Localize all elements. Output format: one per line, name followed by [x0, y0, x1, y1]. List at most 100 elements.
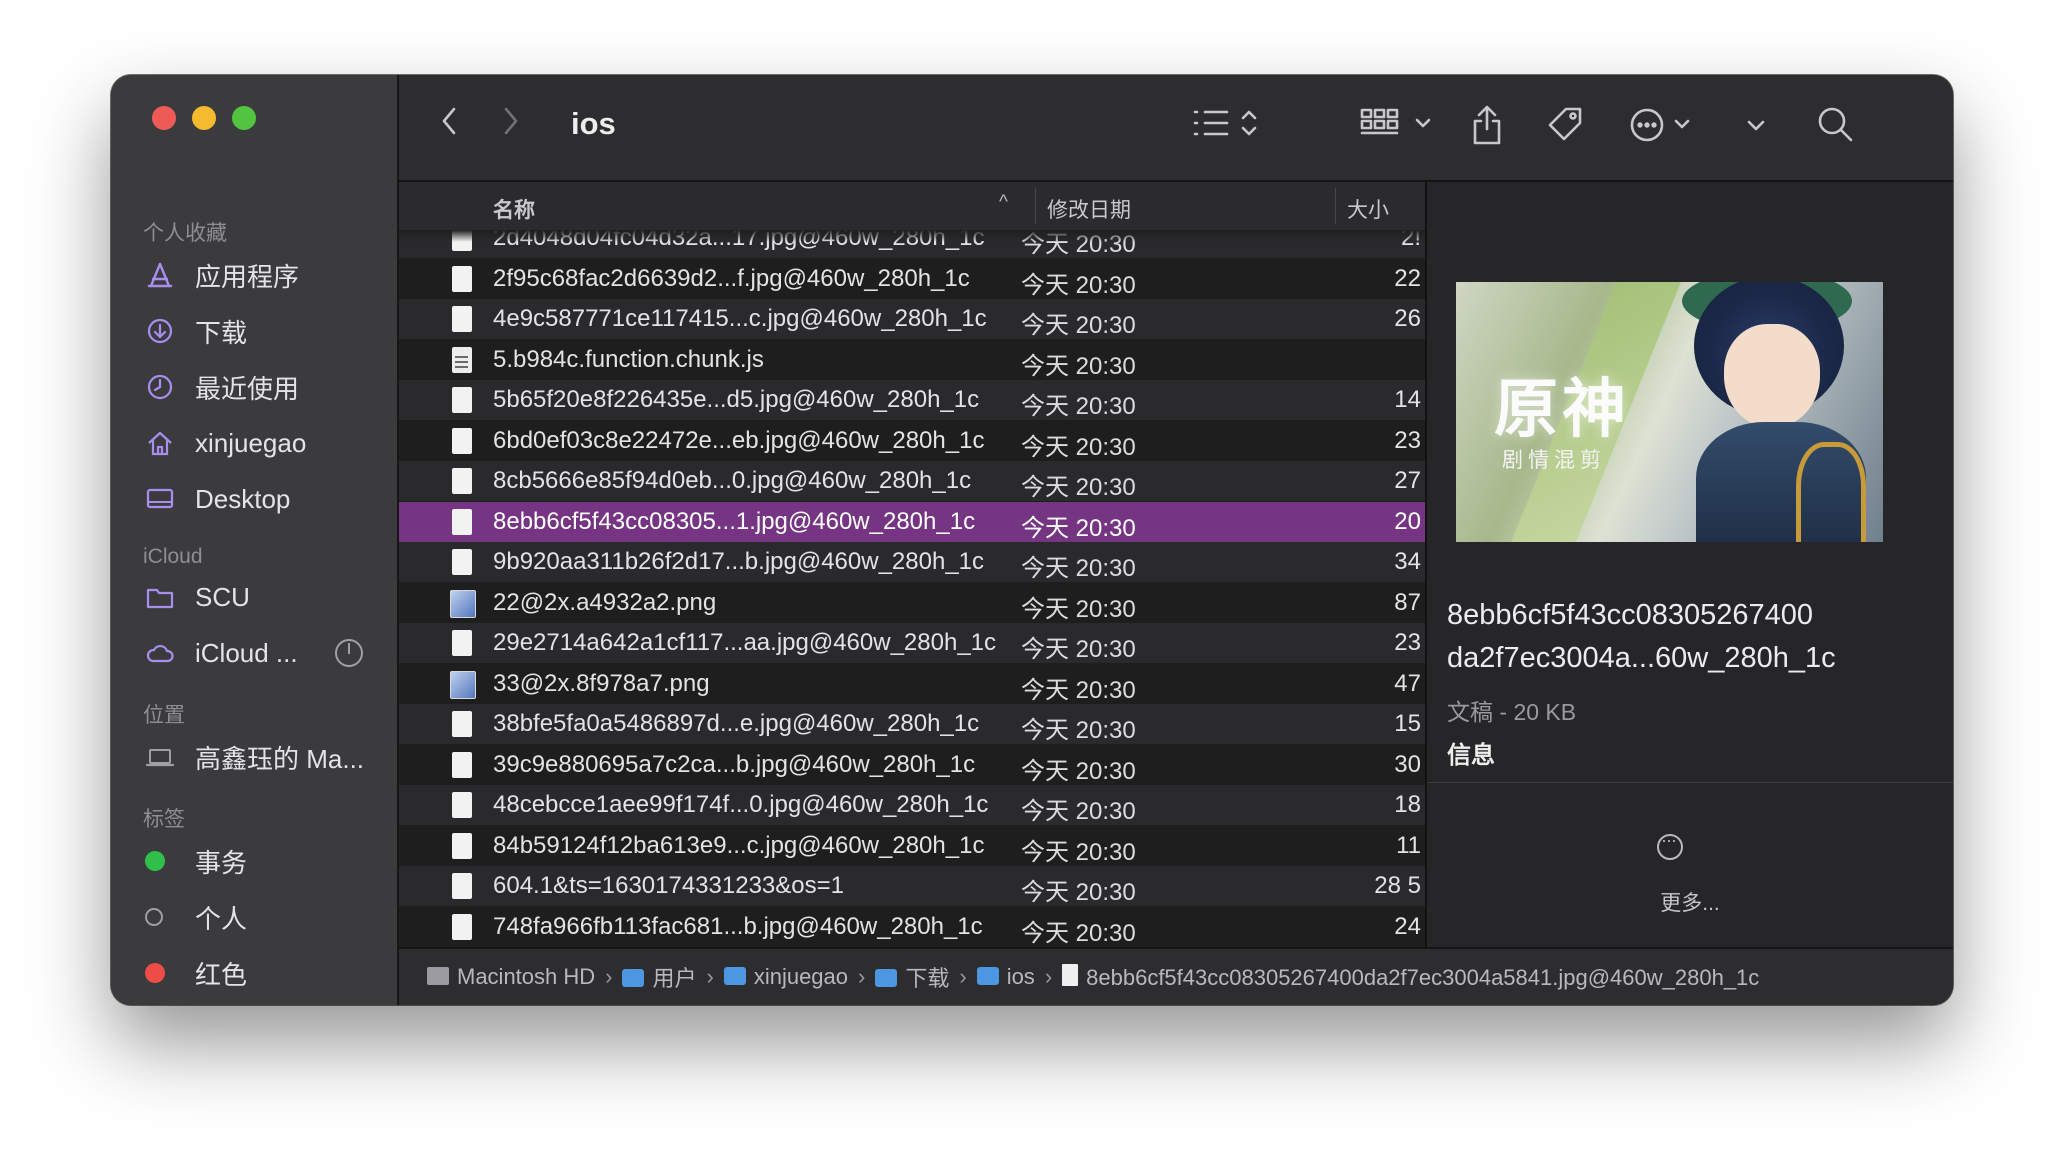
sidebar: 个人收藏 应用程序 下载 最近使用 xinjuegao Desktop iClo… [111, 75, 399, 1005]
document-file-icon [452, 913, 472, 940]
path-segment[interactable]: Macintosh HD [427, 964, 595, 990]
file-row[interactable]: 6bd0ef03c8e22472e...eb.jpg@460w_280h_1c 今… [399, 421, 1425, 461]
column-size[interactable]: 大小 [1347, 194, 1389, 224]
sidebar-item-applications[interactable]: 应用程序 [111, 247, 397, 303]
file-name: 2f95c68fac2d6639d2...f.jpg@460w_280h_1c [493, 264, 970, 292]
document-file-icon [452, 508, 472, 535]
file-row[interactable]: 2f95c68fac2d6639d2...f.jpg@460w_280h_1c 今… [399, 259, 1425, 299]
sync-progress-icon[interactable] [335, 639, 363, 667]
file-size: 28 5 [1374, 872, 1421, 899]
search-button[interactable] [1814, 103, 1858, 147]
back-button[interactable] [439, 103, 461, 139]
forward-button[interactable] [499, 103, 521, 139]
file-row[interactable]: 8cb5666e85f94d0eb...0.jpg@460w_280h_1c 今天… [399, 461, 1425, 501]
path-segment[interactable]: 下载 [875, 961, 949, 993]
more-actions-button[interactable] [1629, 103, 1699, 147]
path-segment[interactable]: xinjuegao [723, 964, 848, 990]
file-row[interactable]: 9b920aa311b26f2d17...b.jpg@460w_280h_1c 今… [399, 542, 1425, 582]
sidebar-item-label: 下载 [195, 317, 248, 348]
share-button[interactable] [1467, 103, 1507, 147]
file-name: 8cb5666e85f94d0eb...0.jpg@460w_280h_1c [493, 467, 972, 494]
file-row[interactable]: 5b65f20e8f226435e...d5.jpg@460w_280h_1c 今… [399, 380, 1425, 420]
sidebar-item-macbook[interactable]: 高鑫珏的 Ma... [111, 729, 397, 785]
sidebar-tag-red[interactable]: 红色 [111, 945, 397, 1001]
file-name: 22@2x.a4932a2.png [493, 588, 717, 616]
group-button[interactable] [1359, 103, 1435, 143]
path-segment[interactable]: 用户 [622, 961, 697, 993]
sidebar-item-label: Desktop [195, 483, 291, 514]
file-date: 今天 20:30 [1021, 798, 1136, 825]
divider [1427, 782, 1953, 783]
file-row[interactable]: 5.b984c.function.chunk.js 今天 20:30 [399, 340, 1425, 380]
sidebar-item-recents[interactable]: 最近使用 [111, 359, 397, 415]
path-segment[interactable]: ios [976, 964, 1035, 990]
file-row[interactable]: 748fa966fb113fac681...b.jpg@460w_280h_1c… [399, 907, 1425, 947]
disk-icon [427, 967, 449, 985]
file-date: 今天 20:30 [1021, 919, 1136, 947]
file-row[interactable]: 4e9c587771ce117415...c.jpg@460w_280h_1c 今… [399, 299, 1425, 339]
file-row[interactable]: 604.1&ts=1630174331233&os=1 今天 20:30 28 5 [399, 866, 1425, 906]
sidebar-item-downloads[interactable]: 下载 [111, 303, 397, 359]
document-file-icon [452, 711, 472, 737]
sidebar-list[interactable]: 个人收藏 应用程序 下载 最近使用 xinjuegao Desktop iClo… [111, 179, 397, 1005]
path-segment-label: ios [1006, 964, 1035, 989]
minimize-window-button[interactable] [192, 106, 216, 130]
document-file-icon [452, 792, 472, 818]
file-name: 48cebcce1aee99f174f...0.jpg@460w_280h_1c [493, 791, 989, 818]
share-icon [1473, 105, 1501, 145]
file-row[interactable]: 29e2714a642a1cf117...aa.jpg@460w_280h_1c… [399, 623, 1425, 663]
path-separator-icon: › [1044, 964, 1053, 989]
preview-thumbnail: 原神 剧情混剪 [1456, 282, 1883, 542]
tag-button[interactable] [1544, 103, 1588, 147]
more-button[interactable]: 更多... [1427, 887, 1953, 917]
list-icon [1193, 110, 1257, 136]
ellipsis-circle-icon[interactable] [1657, 830, 1683, 860]
file-row[interactable]: 22@2x.a4932a2.png 今天 20:30 87 [399, 583, 1425, 623]
sidebar-item-label: 个人 [195, 903, 248, 934]
column-name[interactable]: 名称 [493, 194, 535, 224]
list-view-button[interactable] [1191, 103, 1261, 143]
image-file-icon [450, 589, 476, 618]
sidebar-section-tags: 标签 [143, 808, 185, 831]
file-size: 20 [1394, 507, 1421, 535]
sidebar-item-label: 最近使用 [195, 373, 300, 404]
path-segment[interactable]: 8ebb6cf5f43cc08305267400da2f7ec3004a5841… [1062, 963, 1759, 991]
window-title: ios [571, 106, 616, 141]
file-row[interactable]: 84b59124f12ba613e9...c.jpg@460w_280h_1c 今… [399, 826, 1425, 866]
script-file-icon [452, 346, 472, 373]
thumbnail-subtitle: 剧情混剪 [1502, 448, 1606, 472]
column-header: 名称 ^ 修改日期 大小 [399, 182, 1425, 231]
close-window-button[interactable] [152, 106, 176, 130]
overflow-button[interactable] [1744, 103, 1768, 147]
preview-file-kind: 文稿 - 20 KB [1447, 699, 1577, 725]
sidebar-item-home[interactable]: xinjuegao [111, 415, 397, 471]
sidebar-tag-affairs[interactable]: 事务 [111, 833, 397, 889]
path-separator-icon: › [605, 964, 613, 989]
file-name: 38bfe5fa0a5486897d...e.jpg@460w_280h_1c [493, 710, 980, 737]
finder-window: 个人收藏 应用程序 下载 最近使用 xinjuegao Desktop iClo… [111, 75, 1953, 1005]
file-name: 4e9c587771ce117415...c.jpg@460w_280h_1c [493, 305, 987, 332]
file-size: 23 [1394, 629, 1421, 656]
preview-pane: 原神 剧情混剪 8ebb6cf5f43cc08305267400 da2f7ec… [1425, 182, 1953, 947]
file-size: 15 [1394, 710, 1421, 737]
sidebar-tag-personal[interactable]: 个人 [111, 889, 397, 945]
sidebar-item-scu[interactable]: SCU [111, 569, 397, 625]
file-row[interactable]: 38bfe5fa0a5486897d...e.jpg@460w_280h_1c 今… [399, 704, 1425, 744]
sidebar-item-desktop[interactable]: Desktop [111, 471, 397, 527]
file-row[interactable]: 33@2x.8f978a7.png 今天 20:30 47 [399, 664, 1425, 704]
file-row[interactable]: 48cebcce1aee99f174f...0.jpg@460w_280h_1c… [399, 785, 1425, 825]
thumbnail-title: 原神 [1494, 372, 1630, 447]
maximize-window-button[interactable] [232, 106, 256, 130]
file-row-selected[interactable]: 8ebb6cf5f43cc08305...1.jpg@460w_280h_1c 今… [399, 501, 1425, 542]
file-row[interactable]: 39c9e880695a7c2ca...b.jpg@460w_280h_1c 今天… [399, 745, 1425, 785]
sidebar-item-icloud-drive[interactable]: iCloud ... [111, 625, 397, 681]
column-date[interactable]: 修改日期 [1047, 194, 1131, 224]
column-divider [1035, 188, 1036, 224]
file-rows[interactable]: 2d4048d04fc04d32a...17.jpg@460w_280h_1c今… [399, 230, 1425, 947]
file-date: 今天 20:30 [1021, 433, 1136, 461]
file-name: 9b920aa311b26f2d17...b.jpg@460w_280h_1c [493, 548, 985, 575]
tag-color-dot [145, 846, 181, 876]
thumbnail-lyre [1796, 442, 1866, 542]
sort-ascending-icon[interactable]: ^ [999, 192, 1008, 214]
preview-file-name-line: da2f7ec3004a...60w_280h_1c [1447, 642, 1836, 674]
